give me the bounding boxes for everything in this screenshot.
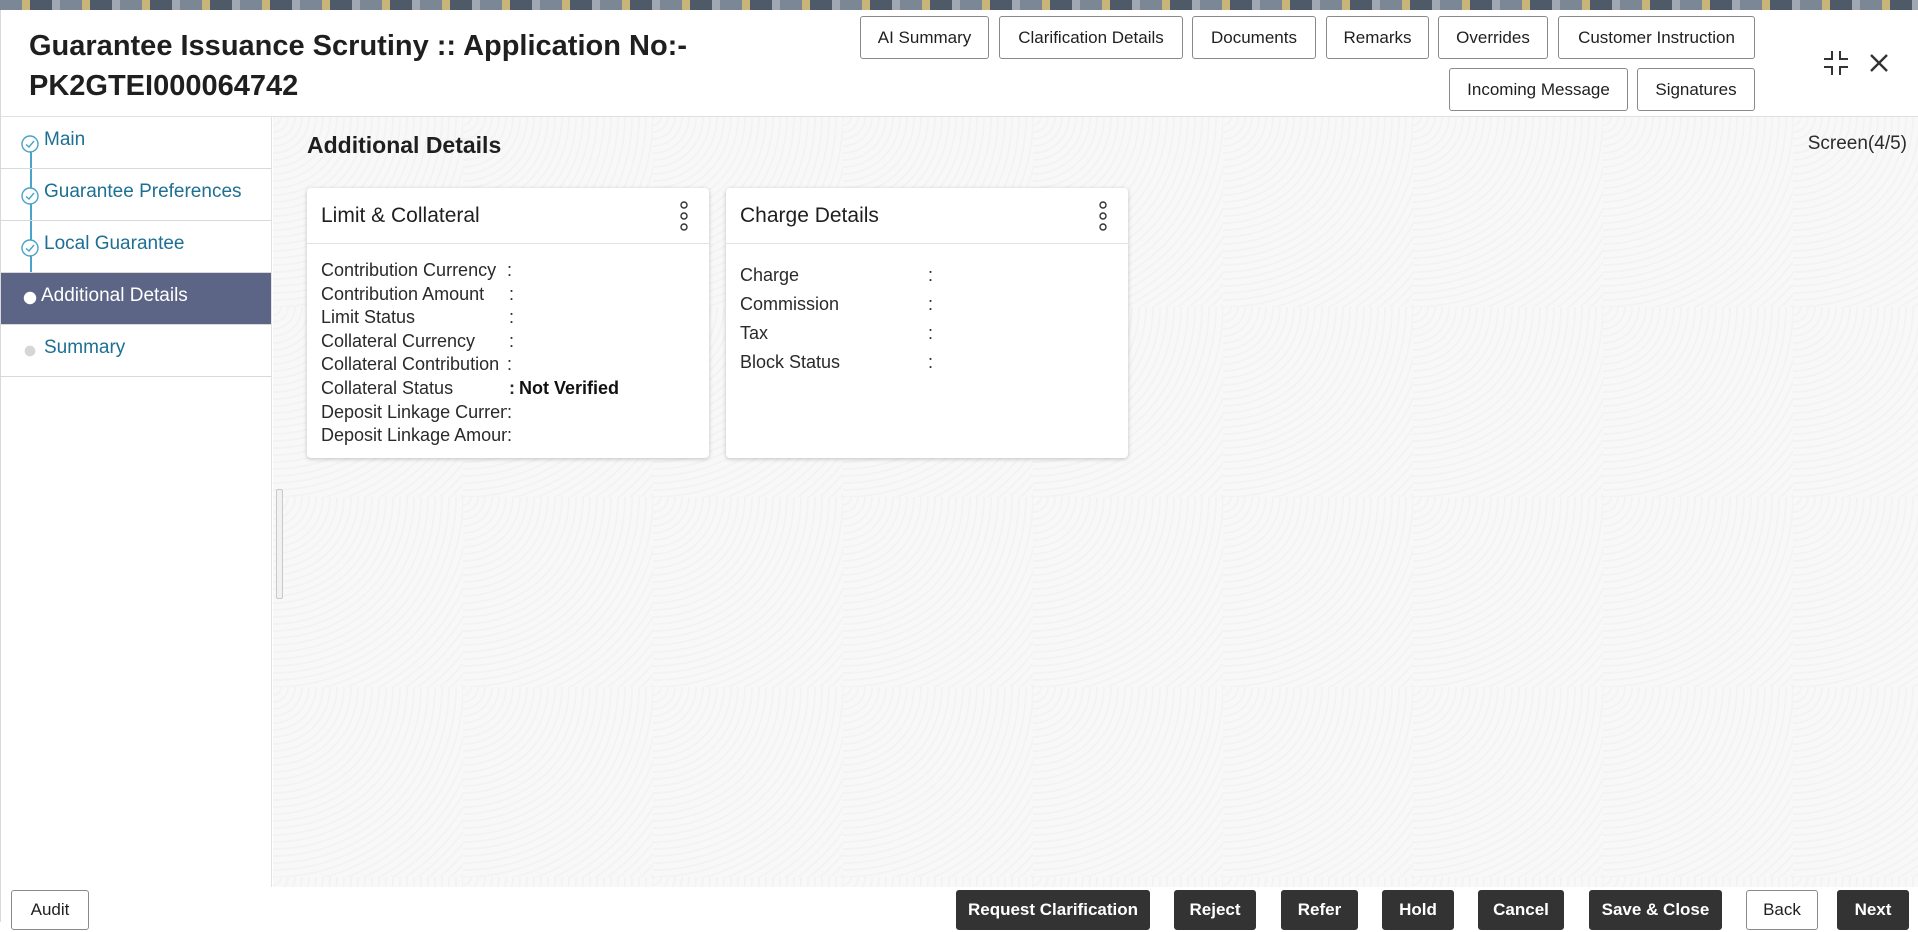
field-separator: : — [509, 307, 515, 327]
page-title: Guarantee Issuance Scrutiny :: Applicati… — [29, 30, 687, 102]
field-label: Deposit Linkage Currency — [321, 402, 507, 422]
check-circle-icon — [21, 187, 39, 205]
action-footer: Audit Request Clarification Reject Refer… — [1, 887, 1918, 932]
window-top-strip — [0, 0, 1918, 10]
field-label: Collateral Contribution — [321, 354, 500, 374]
screen-indicator: Screen(4/5) — [1807, 133, 1907, 154]
overrides-button[interactable]: Overrides — [1438, 16, 1548, 59]
documents-button[interactable]: Documents — [1192, 16, 1316, 59]
card-title: Charge Details — [740, 204, 879, 227]
incoming-message-button[interactable]: Incoming Message — [1449, 68, 1628, 111]
sidebar-item-label: Local Guarantee — [44, 233, 185, 254]
field-separator: : — [507, 425, 513, 445]
sidebar-item-summary[interactable]: Summary — [1, 325, 271, 377]
limit-collateral-card: Limit & Collateral Contribution Currency… — [307, 188, 709, 458]
clarification-details-button[interactable]: Clarification Details — [999, 16, 1183, 59]
more-options-icon[interactable] — [677, 200, 691, 232]
sidebar-item-label: Summary — [44, 337, 126, 358]
field-separator: : — [928, 352, 934, 372]
request-clarification-button[interactable]: Request Clarification — [956, 890, 1150, 930]
field-label: Tax — [740, 323, 769, 343]
field-separator: : — [928, 265, 934, 285]
remarks-button[interactable]: Remarks — [1326, 16, 1429, 59]
field-label: Collateral Currency — [321, 331, 476, 351]
field-separator: : — [507, 402, 513, 422]
sidebar-item-guarantee-preferences[interactable]: Guarantee Preferences — [1, 169, 271, 221]
field-separator: : — [507, 354, 513, 374]
next-button[interactable]: Next — [1837, 890, 1909, 930]
page-header: Guarantee Issuance Scrutiny :: Applicati… — [1, 10, 1918, 117]
save-close-button[interactable]: Save & Close — [1589, 890, 1722, 930]
sidebar-item-main[interactable]: Main — [1, 117, 271, 169]
field-separator: : — [928, 294, 934, 314]
field-separator: : — [928, 323, 934, 343]
pending-step-dot-icon — [24, 345, 36, 357]
section-title: Additional Details — [307, 132, 502, 158]
card-title: Limit & Collateral — [321, 204, 480, 227]
field-label: Charge — [740, 265, 800, 285]
close-icon[interactable] — [1865, 49, 1893, 77]
field-separator: : — [507, 260, 513, 280]
hold-button[interactable]: Hold — [1382, 890, 1454, 930]
sidebar-item-local-guarantee[interactable]: Local Guarantee — [1, 221, 271, 273]
app-window: Guarantee Issuance Scrutiny :: Applicati… — [0, 10, 1918, 932]
card-header: Charge Details — [726, 188, 1128, 244]
cancel-button[interactable]: Cancel — [1478, 890, 1564, 930]
field-label: Commission — [740, 294, 840, 314]
field-separator: : — [509, 331, 515, 351]
field-label: Deposit Linkage Amount — [321, 425, 507, 445]
field-label: Contribution Currency — [321, 260, 497, 280]
field-separator: : — [509, 378, 515, 398]
step-sidebar: Main Guarantee Preferences Local Guarant… — [1, 117, 272, 887]
current-step-dot-icon — [23, 291, 37, 305]
customer-instruction-button[interactable]: Customer Instruction — [1558, 16, 1755, 59]
field-label: Block Status — [740, 352, 841, 372]
sidebar-item-label: Additional Details — [41, 285, 188, 306]
check-circle-icon — [21, 239, 39, 257]
field-label: Limit Status — [321, 307, 416, 327]
sidebar-item-additional-details[interactable]: Additional Details — [1, 273, 271, 325]
reject-button[interactable]: Reject — [1174, 890, 1256, 930]
panel-resize-handle[interactable] — [276, 489, 283, 599]
sidebar-item-label: Main — [44, 129, 86, 150]
field-label: Contribution Amount — [321, 284, 485, 304]
collateral-status-value: Not Verified — [519, 378, 620, 398]
sidebar-item-label: Guarantee Preferences — [44, 181, 242, 202]
check-circle-icon — [21, 135, 39, 153]
more-options-icon[interactable] — [1096, 200, 1110, 232]
ai-summary-button[interactable]: AI Summary — [860, 16, 989, 59]
signatures-button[interactable]: Signatures — [1637, 68, 1755, 111]
refer-button[interactable]: Refer — [1281, 890, 1358, 930]
card-header: Limit & Collateral — [307, 188, 709, 244]
field-separator: : — [509, 284, 515, 304]
audit-button[interactable]: Audit — [11, 890, 89, 930]
main-content: Additional Details Screen(4/5) Limit & C… — [273, 117, 1918, 887]
field-label: Collateral Status — [321, 378, 454, 398]
minimize-icon[interactable] — [1822, 49, 1850, 77]
charge-details-card: Charge Details Charge : Commission : Tax — [726, 188, 1128, 458]
back-button[interactable]: Back — [1746, 890, 1818, 930]
